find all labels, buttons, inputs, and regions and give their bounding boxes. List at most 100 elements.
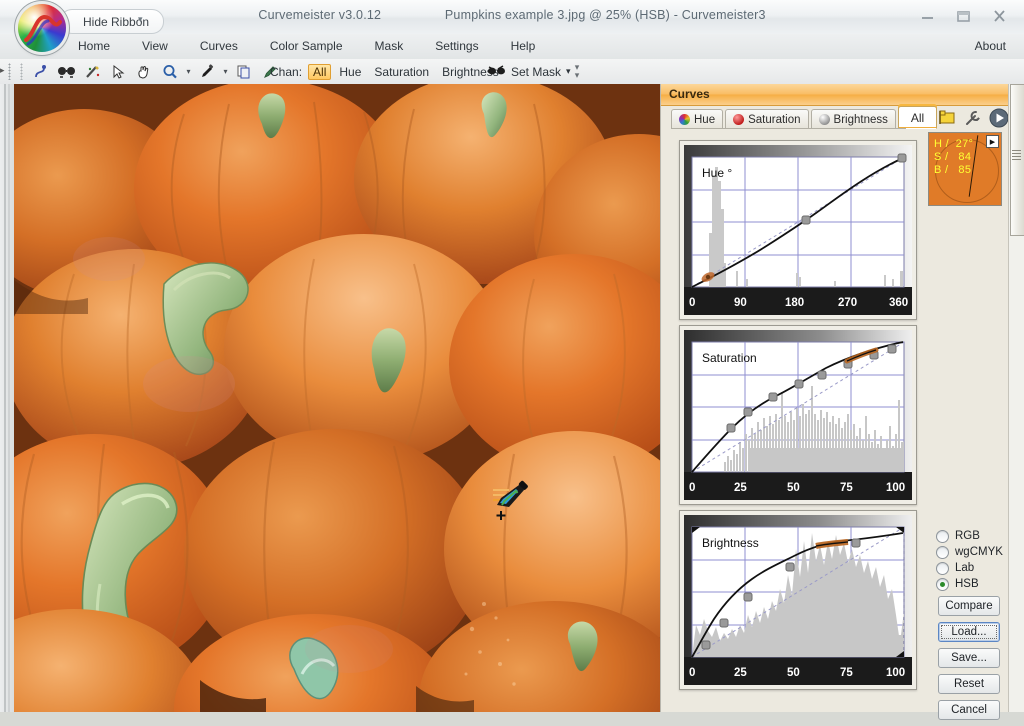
svg-text:25: 25 — [734, 482, 747, 494]
menu-item-about[interactable]: About — [975, 34, 1006, 59]
toolbar-grip-secondary[interactable] — [20, 63, 23, 80]
radio-lab-indicator[interactable] — [936, 561, 949, 575]
glasses-icon[interactable] — [54, 61, 78, 83]
copy-icon[interactable] — [232, 61, 256, 83]
curves-panel-header: Curves — [661, 84, 1009, 106]
play-button-icon[interactable] — [988, 108, 1009, 128]
image-left-rail — [0, 84, 15, 712]
curves-tabs: Hue Saturation Brightness All — [671, 106, 939, 129]
set-mask-label: Set Mask — [511, 64, 562, 79]
load-button[interactable]: Load... — [938, 622, 1000, 642]
toolbar-overflow-left-icon[interactable]: ▸ — [0, 65, 5, 76]
tab-saturation-label: Saturation — [748, 113, 801, 126]
magic-wand-icon[interactable] — [80, 61, 104, 83]
toolbar-expand-icon[interactable]: ▾ ▾ — [573, 63, 581, 80]
zoom-magnifier-icon[interactable] — [158, 61, 182, 83]
reset-button[interactable]: Reset — [938, 674, 1000, 694]
minimize-icon[interactable] — [916, 7, 938, 25]
color-readout-swatch[interactable]: H / 27° S / 84 B / 85 ▶ — [928, 132, 1002, 206]
curves-tool-icons — [936, 108, 1009, 128]
svg-text:50: 50 — [787, 482, 800, 494]
dropper-dropdown-caret-icon[interactable]: ▾ — [221, 67, 230, 76]
zoom-dropdown-caret-icon[interactable]: ▾ — [184, 67, 193, 76]
set-mask-caret-icon[interactable]: ▾ — [566, 66, 571, 77]
hand-pan-icon[interactable] — [132, 61, 156, 83]
channel-option-hue[interactable]: Hue — [334, 64, 366, 80]
window-scrollbar-grip — [1012, 150, 1021, 161]
channel-option-all[interactable]: All — [308, 63, 332, 80]
brightness-graph-plot: Brightness 0 25 50 75 100 — [684, 515, 912, 685]
dropper-icon[interactable] — [195, 61, 219, 83]
curves-panel-title: Curves — [669, 87, 710, 101]
svg-text:50: 50 — [787, 667, 800, 679]
svg-text:0: 0 — [689, 482, 695, 494]
window-scrollbar[interactable] — [1008, 84, 1024, 712]
pumpkins-photo[interactable] — [14, 84, 660, 712]
radio-lab-label: Lab — [955, 562, 975, 574]
saturation-sphere-icon — [733, 114, 745, 125]
toolbar-grip[interactable] — [8, 63, 11, 80]
app-title: Curvemeister v3.0.12 — [258, 8, 382, 22]
toolbar-icons: ▾ ▾ — [28, 59, 282, 84]
set-mask-glasses-icon — [487, 63, 506, 80]
readout-saturation: S / 84 — [934, 151, 972, 163]
svg-text:100: 100 — [886, 482, 905, 494]
tab-all-label: All — [910, 110, 925, 125]
channel-label: Chan: — [270, 64, 303, 79]
radio-hsb-label: HSB — [955, 578, 979, 590]
saturation-graph-plot: Saturation 0 25 50 75 100 — [684, 330, 912, 500]
hue-sphere-icon — [679, 114, 690, 125]
action-buttons: Compare Load... Save... Reset Cancel — [938, 596, 1000, 726]
menu-item-settings[interactable]: Settings — [419, 34, 494, 59]
svg-text:Saturation: Saturation — [702, 351, 757, 365]
svg-text:75: 75 — [840, 482, 853, 494]
cancel-button[interactable]: Cancel — [938, 700, 1000, 720]
menu-item-help[interactable]: Help — [495, 34, 552, 59]
menu-item-home[interactable]: Home — [62, 34, 126, 59]
ribbon-dropdown-caret-icon[interactable]: ▾ — [138, 14, 143, 25]
radio-rgb-label: RGB — [955, 530, 980, 542]
menu-item-mask[interactable]: Mask — [359, 34, 420, 59]
hue-curve-graph[interactable]: Hue ° 0 90 180 270 360 — [679, 140, 917, 320]
menu-bar: Home View Curves Color Sample Mask Setti… — [0, 34, 1024, 60]
tab-brightness[interactable]: Brightness — [810, 109, 896, 129]
compare-button[interactable]: Compare — [938, 596, 1000, 616]
svg-text:270: 270 — [838, 297, 857, 309]
menu-item-curves[interactable]: Curves — [184, 34, 254, 59]
menu-item-color-sample[interactable]: Color Sample — [254, 34, 359, 59]
arrow-cursor-icon[interactable] — [106, 61, 130, 83]
brightness-sphere-icon — [818, 114, 830, 125]
radio-wgcmyk-label: wgCMYK — [955, 546, 1003, 558]
channel-option-saturation[interactable]: Saturation — [369, 64, 434, 80]
tab-all[interactable]: All — [897, 106, 938, 129]
tab-brightness-label: Brightness — [833, 113, 888, 126]
wrench-icon[interactable] — [962, 108, 983, 128]
saturation-curve-graph[interactable]: Saturation 0 25 50 75 100 — [679, 325, 917, 505]
menu-item-view[interactable]: View — [126, 34, 184, 59]
svg-text:0: 0 — [689, 667, 695, 679]
tab-hue-label: Hue — [694, 113, 716, 126]
svg-text:Brightness: Brightness — [702, 536, 759, 550]
hue-graph-plot: Hue ° 0 90 180 270 360 — [684, 145, 912, 315]
channel-selector: Chan: All Hue Saturation Brightness — [270, 59, 504, 84]
tabs-baseline — [671, 128, 906, 129]
hide-ribbon-button[interactable]: Hide Ribbon — [60, 9, 165, 34]
expand-arrow-icon[interactable]: ▶ — [986, 135, 999, 148]
svg-text:25: 25 — [734, 667, 747, 679]
maximize-icon[interactable] — [952, 7, 974, 25]
radio-wgcmyk-indicator[interactable] — [936, 545, 949, 559]
readout-brightness: B / 85 — [934, 164, 972, 176]
close-icon[interactable] — [988, 7, 1010, 25]
eyedropper-curve-icon[interactable] — [28, 61, 52, 83]
save-button[interactable]: Save... — [938, 648, 1000, 668]
flag-folder-icon[interactable] — [936, 108, 957, 128]
radio-rgb-indicator[interactable] — [936, 529, 949, 543]
tool-bar: ▸ ▾ ▾ Chan: All Hue Saturation Brightnes… — [0, 59, 1024, 85]
document-title: Pumpkins example 3.jpg @ 25% (HSB) - Cur… — [444, 8, 766, 22]
menu-items: Home View Curves Color Sample Mask Setti… — [62, 34, 551, 59]
radio-hsb-indicator[interactable] — [936, 577, 949, 591]
tab-hue[interactable]: Hue — [671, 109, 724, 129]
tab-saturation[interactable]: Saturation — [725, 109, 809, 129]
set-mask-control[interactable]: Set Mask ▾ — [487, 59, 571, 84]
brightness-curve-graph[interactable]: Brightness 0 25 50 75 100 — [679, 510, 917, 690]
